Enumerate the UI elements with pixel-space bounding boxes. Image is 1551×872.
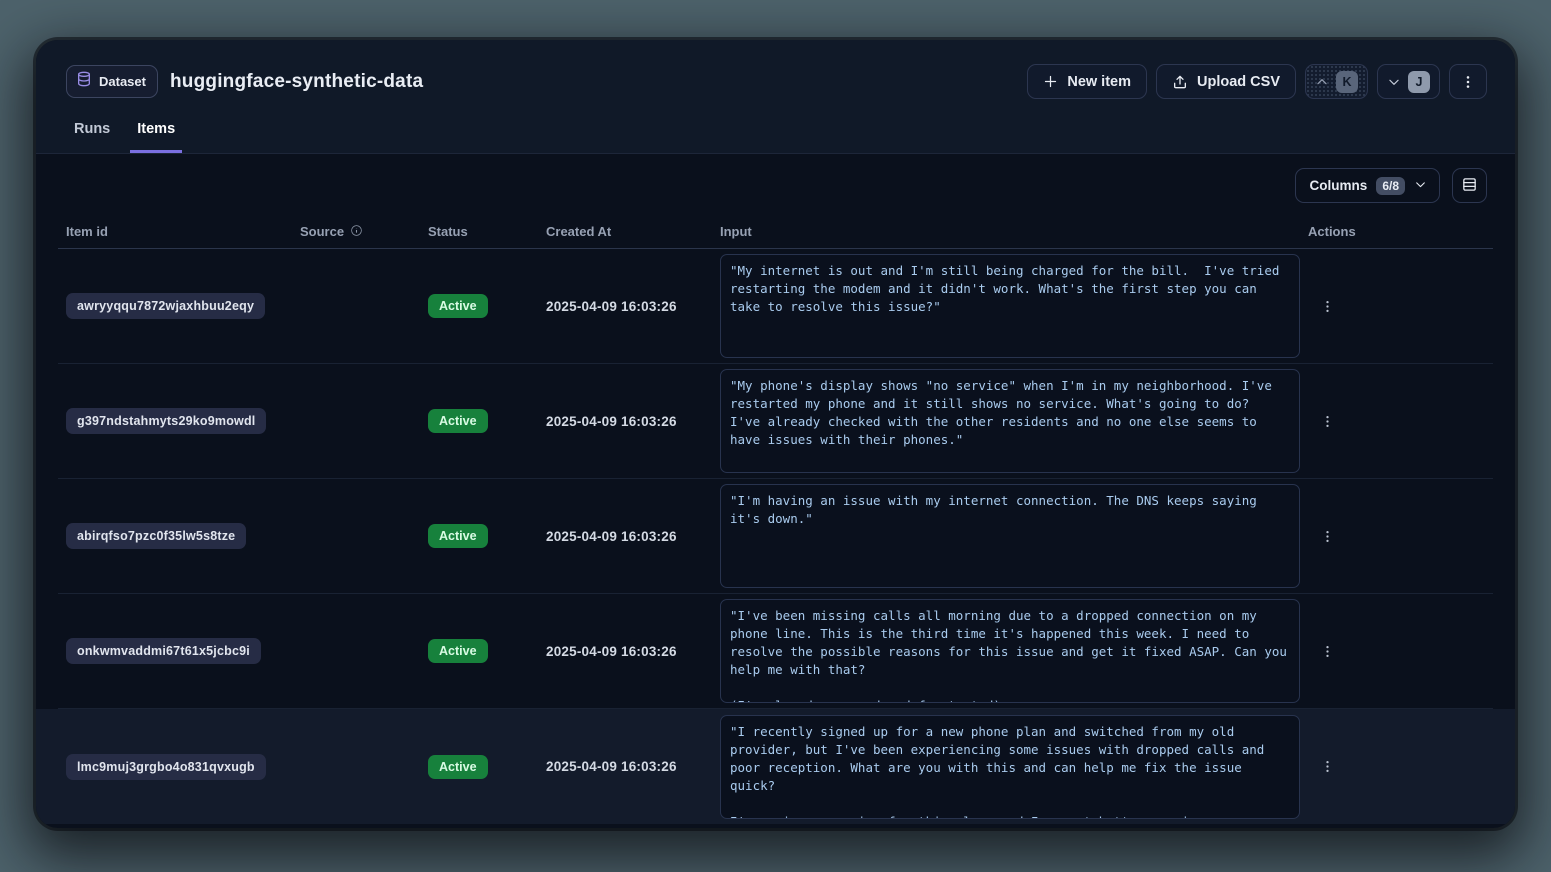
- chevron-down-icon: [1414, 178, 1427, 194]
- item-id-pill[interactable]: g397ndstahmyts29ko9mowdl: [66, 408, 266, 434]
- item-id-pill[interactable]: lmc9muj3grgbo4o831qvxugb: [66, 754, 266, 780]
- status-badge: Active: [428, 524, 488, 548]
- row-actions-menu-button[interactable]: [1314, 523, 1341, 550]
- header-overflow-menu-button[interactable]: [1449, 64, 1487, 99]
- table-rows-icon: [1461, 176, 1478, 196]
- new-item-button[interactable]: New item: [1027, 64, 1147, 99]
- columns-count-badge: 6/8: [1376, 177, 1405, 195]
- input-value-box[interactable]: "I'm having an issue with my internet co…: [720, 484, 1300, 588]
- items-table: Item id Source Status Created At Input A…: [58, 215, 1493, 824]
- item-id-pill[interactable]: awryyqqu7872wjaxhbuu2eqy: [66, 293, 265, 319]
- item-id-pill[interactable]: onkwmvaddmi67t61x5jcbc9i: [66, 638, 261, 664]
- created-at-text: 2025-04-09 16:03:26: [546, 644, 677, 659]
- columns-label: Columns: [1310, 178, 1368, 193]
- dataset-badge-label: Dataset: [99, 74, 146, 89]
- upload-icon: [1172, 74, 1188, 90]
- app-window: Dataset huggingface-synthetic-data New i…: [36, 40, 1515, 828]
- item-id-pill[interactable]: abirqfso7pzc0f35lw5s8tze: [66, 523, 246, 549]
- chevron-down-icon: [1387, 75, 1401, 89]
- tab-runs[interactable]: Runs: [67, 121, 117, 153]
- row-actions-menu-button[interactable]: [1314, 408, 1341, 435]
- input-value-box[interactable]: "My phone's display shows "no service" w…: [720, 369, 1300, 473]
- tab-items[interactable]: Items: [130, 121, 182, 153]
- upload-csv-label: Upload CSV: [1197, 74, 1280, 90]
- tab-bar: Runs Items: [66, 121, 1487, 153]
- table-header-row: Item id Source Status Created At Input A…: [58, 215, 1493, 249]
- prev-item-button[interactable]: K: [1305, 64, 1368, 99]
- col-header-input: Input: [712, 224, 1300, 239]
- table-row[interactable]: lmc9muj3grgbo4o831qvxugb Active 2025-04-…: [36, 709, 1515, 824]
- status-badge: Active: [428, 755, 488, 779]
- new-item-label: New item: [1067, 74, 1131, 90]
- col-header-actions: Actions: [1300, 224, 1493, 239]
- keycap-j: J: [1408, 71, 1430, 93]
- table-row[interactable]: onkwmvaddmi67t61x5jcbc9i Active 2025-04-…: [58, 594, 1493, 709]
- col-header-created-at: Created At: [538, 224, 712, 239]
- col-header-status: Status: [420, 224, 538, 239]
- row-actions-menu-button[interactable]: [1314, 293, 1341, 320]
- info-icon: [350, 224, 363, 240]
- next-item-button[interactable]: J: [1377, 64, 1440, 99]
- col-header-item-id: Item id: [58, 224, 292, 239]
- input-value-box[interactable]: "My internet is out and I'm still being …: [720, 254, 1300, 358]
- status-badge: Active: [428, 294, 488, 318]
- created-at-text: 2025-04-09 16:03:26: [546, 414, 677, 429]
- status-badge: Active: [428, 639, 488, 663]
- kebab-icon: [1460, 74, 1476, 90]
- status-badge: Active: [428, 409, 488, 433]
- page-title: huggingface-synthetic-data: [170, 71, 423, 93]
- database-icon: [76, 71, 92, 92]
- dataset-type-badge: Dataset: [66, 65, 158, 98]
- created-at-text: 2025-04-09 16:03:26: [546, 299, 677, 314]
- created-at-text: 2025-04-09 16:03:26: [546, 759, 677, 774]
- keycap-k: K: [1336, 71, 1358, 93]
- table-toolbar: Columns 6/8: [36, 154, 1515, 215]
- input-value-box[interactable]: "I recently signed up for a new phone pl…: [720, 715, 1300, 819]
- columns-dropdown-button[interactable]: Columns 6/8: [1295, 168, 1440, 203]
- upload-csv-button[interactable]: Upload CSV: [1156, 64, 1296, 99]
- input-value-box[interactable]: "I've been missing calls all morning due…: [720, 599, 1300, 703]
- col-header-source: Source: [292, 224, 420, 240]
- chevron-up-icon: [1315, 75, 1329, 89]
- table-row[interactable]: awryyqqu7872wjaxhbuu2eqy Active 2025-04-…: [58, 249, 1493, 364]
- app-header: Dataset huggingface-synthetic-data New i…: [36, 40, 1515, 153]
- table-row[interactable]: abirqfso7pzc0f35lw5s8tze Active 2025-04-…: [58, 479, 1493, 594]
- row-actions-menu-button[interactable]: [1314, 638, 1341, 665]
- row-height-button[interactable]: [1452, 168, 1487, 203]
- row-actions-menu-button[interactable]: [1314, 753, 1341, 780]
- table-row[interactable]: g397ndstahmyts29ko9mowdl Active 2025-04-…: [58, 364, 1493, 479]
- created-at-text: 2025-04-09 16:03:26: [546, 529, 677, 544]
- plus-icon: [1043, 74, 1058, 89]
